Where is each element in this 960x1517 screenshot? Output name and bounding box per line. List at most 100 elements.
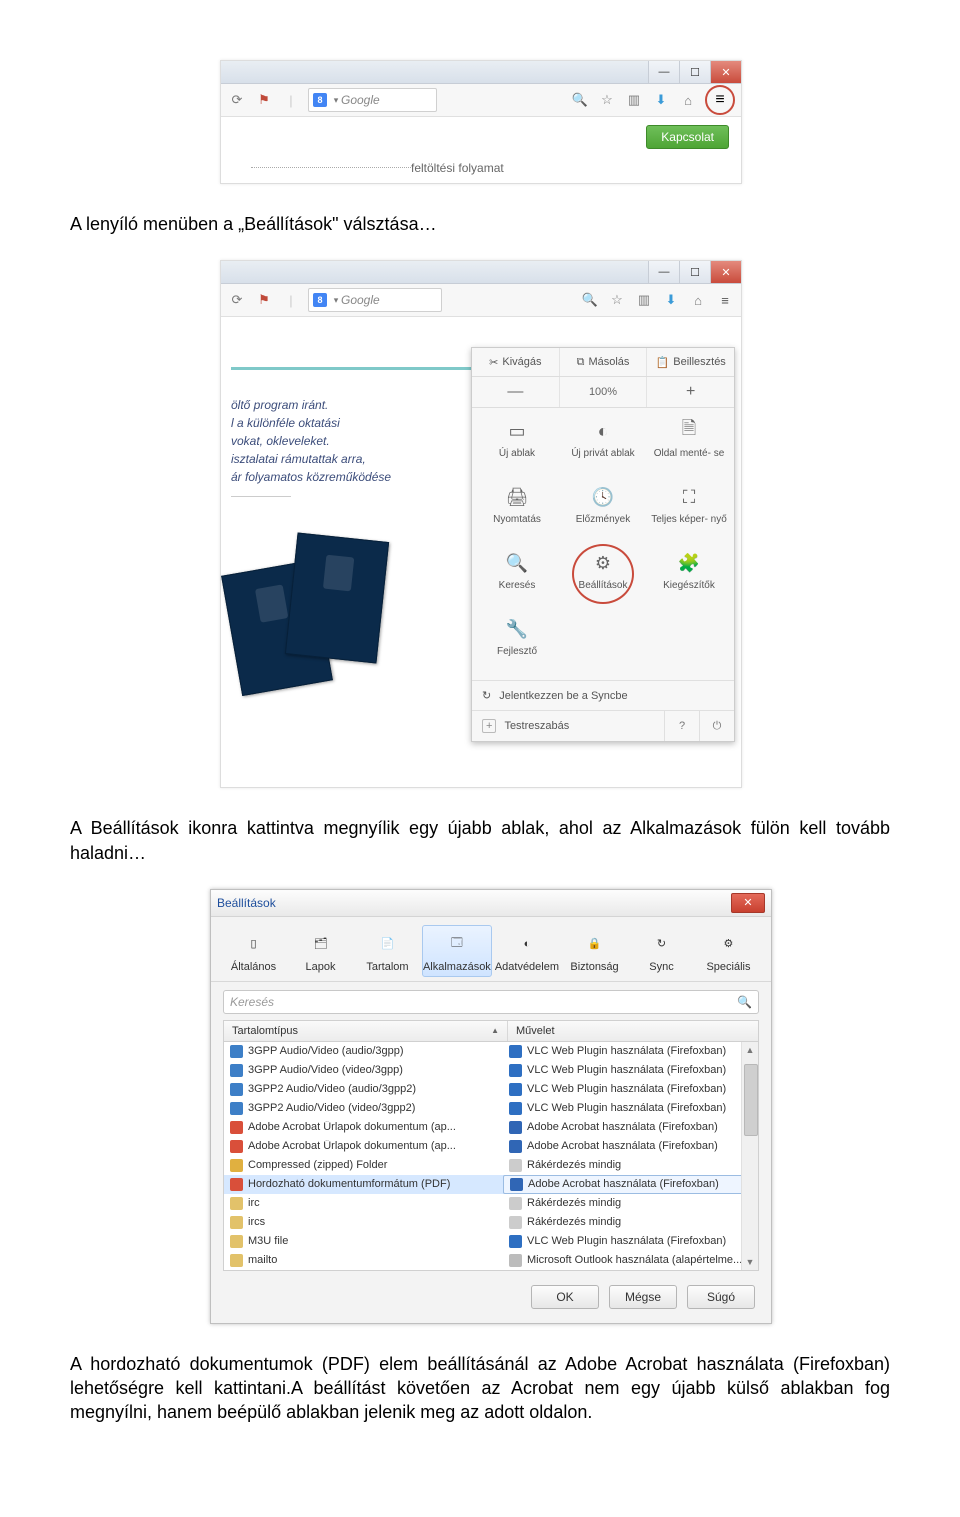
scrollbar[interactable]: ▲ ▼ [741,1042,758,1270]
menu-item-új-privát-ablak[interactable]: ◐Új privát ablak [560,414,646,480]
menu-item-label: Új privát ablak [571,448,634,460]
handler-icon [509,1102,522,1115]
window-close-button[interactable]: ✕ [710,261,741,283]
tab-label: Biztonság [570,961,618,973]
window-maximize-button[interactable]: ☐ [679,61,710,83]
download-icon[interactable]: ⬇ [651,90,671,110]
sync-signin-row[interactable]: ↻ Jelentkezzen be a Syncbe [472,680,734,710]
search-box[interactable]: 8 ▾ Google [308,88,437,112]
download-icon[interactable]: ⬇ [661,290,681,310]
tab-biztonság[interactable]: 🔒Biztonság [562,925,627,977]
menu-item-nyomtatás[interactable]: 🖨Nyomtatás [474,480,560,546]
tab-sync[interactable]: ↻Sync [629,925,694,977]
zoom-in-button[interactable]: + [647,377,734,407]
help-button[interactable]: Súgó [687,1285,755,1309]
menu-button[interactable]: ≡ [715,290,735,310]
action-text: Adobe Acrobat használata (Firefoxban) [527,1121,718,1133]
dialog-titlebar: Beállítások ✕ [211,890,771,917]
power-button[interactable]: ⏻ [699,711,734,741]
tab-speciális[interactable]: ⚙Speciális [696,925,761,977]
tab-icon: ⚙ [714,930,742,958]
menu-item-fejlesztő[interactable]: 🔧Fejlesztő [474,612,560,678]
paste-button[interactable]: 📋Beillesztés [647,348,734,376]
tab-alkalmazások[interactable]: 🗔Alkalmazások [422,925,492,977]
tab-adatvédelem[interactable]: ◐Adatvédelem [494,925,560,977]
action-cell: VLC Web Plugin használata (Firefoxban) [503,1045,758,1058]
ok-button[interactable]: OK [531,1285,599,1309]
dropdown-icon[interactable]: ▾ [331,290,341,310]
window-icon: ▭ [504,418,530,444]
menu-item-előzmények[interactable]: 🕓Előzmények [560,480,646,546]
content-type-cell: M3U file [224,1235,503,1248]
action-cell[interactable]: Adobe Acrobat használata (Firefoxban)▾ [503,1175,758,1194]
dialog-close-button[interactable]: ✕ [731,893,765,913]
window-titlebar: — ☐ ✕ [221,61,741,84]
list-row[interactable]: 3GPP Audio/Video (audio/3gpp)VLC Web Plu… [224,1042,758,1061]
search-icon[interactable]: 🔍 [580,290,600,310]
tab-lapok[interactable]: 🗂Lapok [288,925,353,977]
menu-button-highlighted[interactable]: ≡ [705,85,735,115]
copy-button[interactable]: ⧉Másolás [560,348,648,376]
scroll-thumb[interactable] [744,1064,758,1136]
list-row[interactable]: 3GPP2 Audio/Video (video/3gpp2)VLC Web P… [224,1099,758,1118]
window-minimize-button[interactable]: — [648,61,679,83]
content-type-text: mailto [248,1254,277,1266]
search-box[interactable]: 8 ▾ Google [308,288,442,312]
home-icon[interactable]: ⌂ [688,290,708,310]
menu-item-teljes-képer-nyő[interactable]: ⛶Teljes képer- nyő [646,480,732,546]
dropdown-icon[interactable]: ▾ [331,90,341,110]
reload-icon[interactable]: ⟳ [227,90,247,110]
menu-item-beállítások[interactable]: ⚙Beállítások [560,546,646,612]
flag-icon[interactable]: ⚑ [254,290,274,310]
kapcsolat-button[interactable]: Kapcsolat [646,125,729,149]
list-row[interactable]: Compressed (zipped) FolderRákérdezés min… [224,1156,758,1175]
star-icon[interactable]: ☆ [597,90,617,110]
tab-tartalom[interactable]: 📄Tartalom [355,925,420,977]
flag-icon[interactable]: ⚑ [254,90,274,110]
window-maximize-button[interactable]: ☐ [679,261,710,283]
zoom-out-button[interactable]: — [472,377,560,407]
tab-label: Általános [231,961,276,973]
list-row[interactable]: ircRákérdezés mindig [224,1194,758,1213]
list-row[interactable]: ircsRákérdezés mindig [224,1213,758,1232]
menu-item-keresés[interactable]: 🔍Keresés [474,546,560,612]
menu-item-oldal-menté-se[interactable]: 🗎Oldal menté- se [646,414,732,480]
tab-label: Tartalom [366,961,408,973]
search-icon[interactable]: 🔍 [570,90,590,110]
cancel-button[interactable]: Mégse [609,1285,677,1309]
cut-button[interactable]: ✂Kivágás [472,348,560,376]
list-row[interactable]: M3U fileVLC Web Plugin használata (Firef… [224,1232,758,1251]
list-row[interactable]: 3GPP2 Audio/Video (audio/3gpp2)VLC Web P… [224,1080,758,1099]
customize-button[interactable]: + Testreszabás [472,711,664,741]
home-icon[interactable]: ⌂ [678,90,698,110]
library-icon[interactable]: ▥ [624,90,644,110]
handler-icon [509,1045,522,1058]
menu-item-új-ablak[interactable]: ▭Új ablak [474,414,560,480]
menu-item-kiegészítők[interactable]: 🧩Kiegészítők [646,546,732,612]
reload-icon[interactable]: ⟳ [227,290,247,310]
screenshot-browser-menu: — ☐ ✕ ⟳ ⚑ | 8 ▾ Google 🔍 ☆ ▥ ⬇ ⌂ ≡ [220,260,742,788]
column-content-type[interactable]: Tartalomtípus▲ [224,1021,508,1041]
browser-menu-panel: ✂Kivágás ⧉Másolás 📋Beillesztés — 100% + … [471,347,735,742]
filetype-icon [230,1159,243,1172]
list-row[interactable]: Hordozható dokumentumformátum (PDF)Adobe… [224,1175,758,1194]
window-close-button[interactable]: ✕ [710,61,741,83]
list-row[interactable]: mailtoMicrosoft Outlook használata (alap… [224,1251,758,1270]
window-minimize-button[interactable]: — [648,261,679,283]
applications-list: 3GPP Audio/Video (audio/3gpp)VLC Web Plu… [223,1041,759,1271]
list-row[interactable]: Adobe Acrobat Űrlapok dokumentum (ap...A… [224,1118,758,1137]
puzzle-icon: 🧩 [676,550,702,576]
action-text: VLC Web Plugin használata (Firefoxban) [527,1064,726,1076]
column-action[interactable]: Művelet [508,1021,758,1041]
scroll-up-icon[interactable]: ▲ [742,1042,758,1058]
help-button[interactable]: ? [664,711,699,741]
library-icon[interactable]: ▥ [634,290,654,310]
print-icon: 🖨 [504,484,530,510]
star-icon[interactable]: ☆ [607,290,627,310]
tab-általános[interactable]: ▯Általános [221,925,286,977]
tab-label: Sync [649,961,673,973]
list-row[interactable]: 3GPP Audio/Video (video/3gpp)VLC Web Plu… [224,1061,758,1080]
scroll-down-icon[interactable]: ▼ [742,1254,758,1270]
applications-search[interactable]: Keresés 🔍 [223,990,759,1014]
list-row[interactable]: Adobe Acrobat Űrlapok dokumentum (ap...A… [224,1137,758,1156]
